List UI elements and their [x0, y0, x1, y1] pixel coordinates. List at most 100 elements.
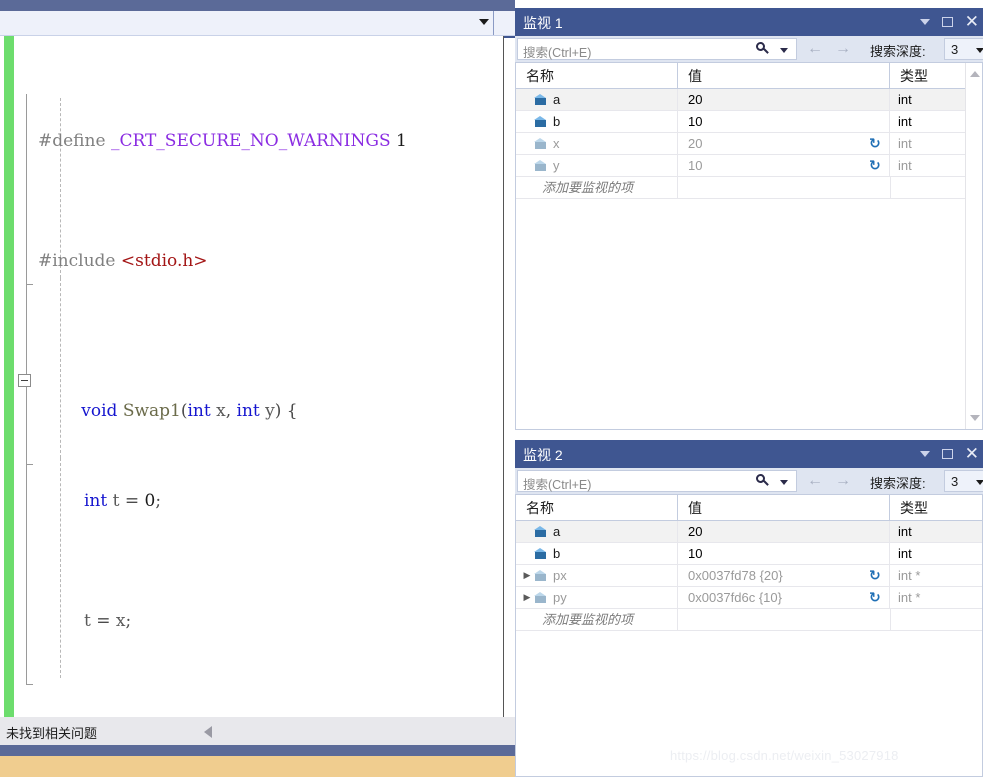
chevron-down-icon[interactable]	[976, 480, 983, 485]
watch2-toolbar: 搜索(Ctrl+E) ← → 搜索深度: 3	[515, 468, 983, 495]
code-line[interactable]: #define _CRT_SECURE_NO_WARNINGS 1	[0, 126, 515, 156]
watch1-nav-arrows[interactable]: ← →	[807, 40, 851, 58]
add-item-value-cell[interactable]	[678, 177, 891, 198]
column-header-name[interactable]: 名称	[516, 495, 678, 520]
maximize-icon[interactable]	[941, 17, 953, 27]
arrow-left-icon[interactable]: ←	[807, 472, 823, 490]
table-row[interactable]: ▶ px 0x0037fd78 {20} ↻ int *	[516, 565, 982, 587]
watch1-add-item-row[interactable]: 添加要监视的项	[516, 177, 982, 199]
token-x: x	[216, 401, 226, 421]
collapse-left-icon[interactable]	[204, 726, 212, 738]
variable-value: 20	[688, 136, 703, 151]
variable-type: int	[898, 158, 912, 173]
scroll-up-icon[interactable]	[970, 71, 980, 77]
cell-type: int	[890, 521, 956, 542]
cell-value[interactable]: 0x0037fd78 {20} ↻	[678, 565, 890, 586]
cell-value[interactable]: 20	[678, 89, 890, 110]
refresh-icon[interactable]: ↻	[869, 590, 883, 604]
cell-name[interactable]: b	[516, 543, 678, 564]
code-line[interactable]: void Swap1(int x, int y) {	[0, 366, 515, 421]
cell-type: int	[890, 543, 956, 564]
editor-split-column[interactable]	[493, 11, 515, 35]
cell-value[interactable]: 10 ↻	[678, 155, 890, 176]
add-item-value-cell[interactable]	[678, 609, 891, 630]
chevron-down-icon[interactable]	[976, 48, 983, 53]
arrow-right-icon[interactable]: →	[835, 472, 851, 490]
refresh-icon[interactable]: ↻	[869, 158, 883, 172]
watch1-search-input[interactable]: 搜索(Ctrl+E)	[517, 38, 797, 60]
watch2-title-bar[interactable]: 监视 2 ✕	[515, 440, 983, 468]
scroll-down-icon[interactable]	[970, 415, 980, 421]
table-row[interactable]: ▶ py 0x0037fd6c {10} ↻ int *	[516, 587, 982, 609]
variable-icon	[534, 525, 547, 538]
search-options-chevron-icon[interactable]	[780, 480, 788, 485]
code-text[interactable]: #define _CRT_SECURE_NO_WARNINGS 1 #inclu…	[0, 36, 515, 717]
arrow-right-icon[interactable]: →	[835, 40, 851, 58]
watch1-title-bar[interactable]: 监视 1 ✕	[515, 8, 983, 36]
window-menu-icon[interactable]	[919, 19, 930, 25]
token-x: x	[115, 611, 126, 631]
table-row[interactable]: y 10 ↻ int	[516, 155, 982, 177]
expander-icon[interactable]: ▶	[520, 565, 534, 586]
column-header-type[interactable]: 类型	[890, 63, 956, 88]
variable-icon	[534, 547, 547, 560]
column-header-value[interactable]: 值	[678, 63, 890, 88]
variable-type: int	[898, 546, 912, 561]
code-line[interactable]: int t = 0;	[0, 486, 515, 516]
watch1-grid[interactable]: 名称 值 类型 a 20 int b 10 int x 20 ↻ int y 1…	[515, 63, 983, 430]
token-y: y	[265, 401, 275, 421]
cell-name[interactable]: a	[516, 89, 678, 110]
cell-value[interactable]: 0x0037fd6c {10} ↻	[678, 587, 890, 608]
cell-name[interactable]: ▶ py	[516, 587, 678, 608]
watch1-depth-select[interactable]: 3	[944, 38, 983, 60]
token-macro-name: _CRT_SECURE_NO_WARNINGS	[110, 131, 391, 151]
cell-value[interactable]: 20 ↻	[678, 133, 890, 154]
editor-navigation-bar[interactable]	[0, 11, 515, 36]
table-row[interactable]: a 20 int	[516, 89, 982, 111]
close-icon[interactable]: ✕	[965, 13, 979, 30]
cell-value[interactable]: 20	[678, 521, 890, 542]
variable-value: 10	[688, 158, 703, 173]
maximize-icon[interactable]	[941, 449, 953, 459]
token-void: void	[81, 401, 118, 421]
arrow-left-icon[interactable]: ←	[807, 40, 823, 58]
window-chrome-bottom	[0, 745, 515, 756]
cell-value[interactable]: 10	[678, 111, 890, 132]
table-row[interactable]: x 20 ↻ int	[516, 133, 982, 155]
token-zero: 0	[144, 491, 156, 511]
code-line[interactable]: t = x;	[0, 606, 515, 636]
table-row[interactable]: b 10 int	[516, 111, 982, 133]
search-icon[interactable]	[756, 42, 770, 56]
watch2-grid[interactable]: 名称 值 类型 a 20 int b 10 int ▶ px 0x0037fd78…	[515, 495, 983, 777]
cell-name[interactable]: a	[516, 521, 678, 542]
watch2-search-input[interactable]: 搜索(Ctrl+E)	[517, 470, 797, 492]
chevron-down-icon[interactable]	[479, 19, 489, 25]
variable-name: x	[553, 136, 560, 151]
cell-name[interactable]: x	[516, 133, 678, 154]
watch2-add-item-row[interactable]: 添加要监视的项	[516, 609, 982, 631]
window-menu-icon[interactable]	[919, 451, 930, 457]
column-header-value[interactable]: 值	[678, 495, 890, 520]
column-header-name[interactable]: 名称	[516, 63, 678, 88]
add-item-placeholder: 添加要监视的项	[516, 609, 678, 630]
expander-icon[interactable]: ▶	[520, 587, 534, 608]
fold-collapse-icon[interactable]	[18, 374, 31, 387]
watch2-depth-select[interactable]: 3	[944, 470, 983, 492]
watch1-vertical-scrollbar[interactable]	[965, 63, 982, 429]
watch2-nav-arrows[interactable]: ← →	[807, 472, 851, 490]
token-int: int	[187, 401, 211, 421]
column-header-type[interactable]: 类型	[890, 495, 956, 520]
refresh-icon[interactable]: ↻	[869, 136, 883, 150]
search-icon[interactable]	[756, 474, 770, 488]
cell-name[interactable]: ▶ px	[516, 565, 678, 586]
cell-value[interactable]: 10	[678, 543, 890, 564]
code-editor[interactable]: #define _CRT_SECURE_NO_WARNINGS 1 #inclu…	[0, 36, 515, 717]
refresh-icon[interactable]: ↻	[869, 568, 883, 582]
close-icon[interactable]: ✕	[965, 445, 979, 462]
table-row[interactable]: a 20 int	[516, 521, 982, 543]
search-options-chevron-icon[interactable]	[780, 48, 788, 53]
cell-name[interactable]: b	[516, 111, 678, 132]
code-line[interactable]: #include <stdio.h>	[0, 246, 515, 276]
cell-name[interactable]: y	[516, 155, 678, 176]
table-row[interactable]: b 10 int	[516, 543, 982, 565]
